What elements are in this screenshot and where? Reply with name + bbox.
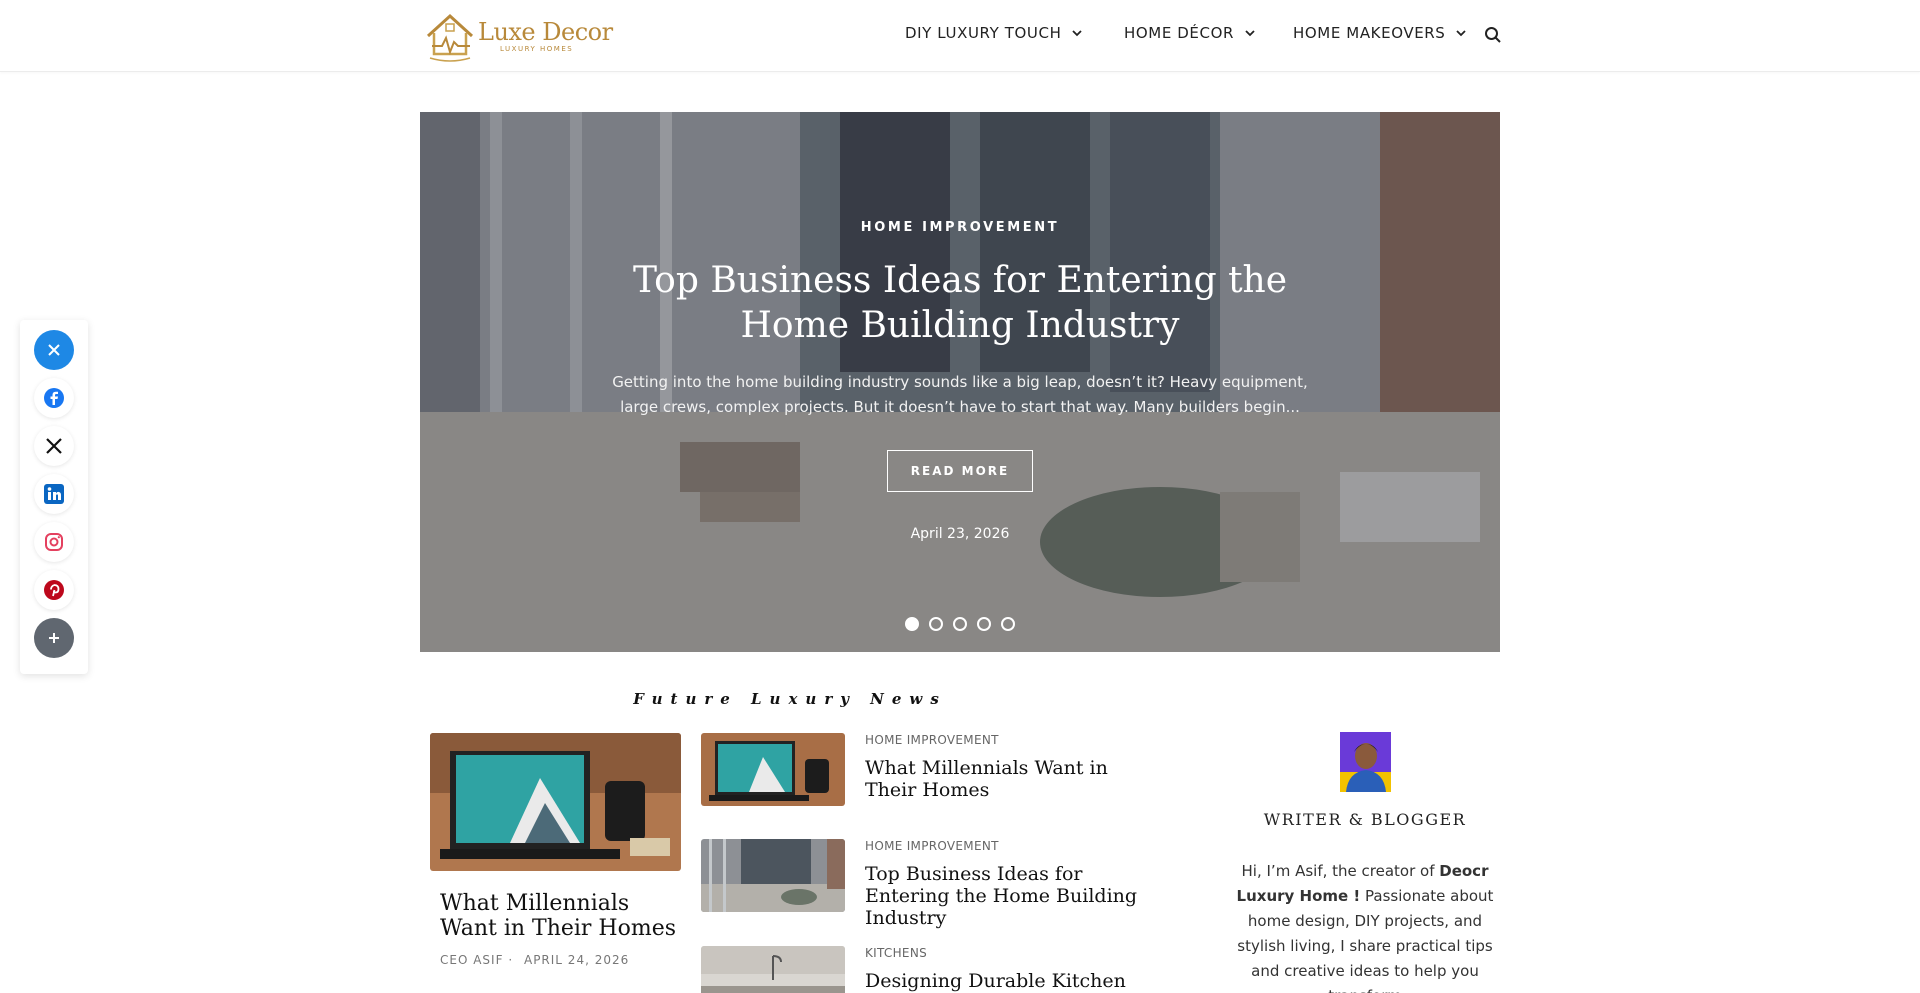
laptop-image bbox=[701, 733, 845, 806]
author-widget: WRITER & BLOGGER Hi, I’m Asif, the creat… bbox=[1220, 732, 1510, 993]
post-author[interactable]: CEO ASIF bbox=[440, 953, 504, 967]
widget-title: WRITER & BLOGGER bbox=[1263, 810, 1467, 829]
plus-icon bbox=[49, 633, 59, 643]
share-x-button[interactable] bbox=[34, 426, 74, 466]
slider-dot[interactable] bbox=[977, 617, 991, 631]
hero-category[interactable]: HOME IMPROVEMENT bbox=[420, 220, 1500, 235]
post-title[interactable]: Designing Durable Kitchen bbox=[865, 970, 1165, 992]
avatar bbox=[1339, 732, 1391, 792]
logo-title: Luxe Decor bbox=[478, 18, 613, 46]
hero-date: April 23, 2026 bbox=[910, 526, 1010, 542]
share-facebook-button[interactable] bbox=[34, 378, 74, 418]
chevron-down-icon bbox=[1072, 30, 1083, 37]
intro-text: Hi, I’m Asif, the creator of bbox=[1241, 862, 1440, 880]
post-thumbnail[interactable] bbox=[701, 733, 845, 806]
featured-post-meta: CEO ASIF · APRIL 24, 2026 bbox=[430, 953, 681, 967]
meta-separator: · bbox=[508, 953, 514, 967]
x-icon bbox=[46, 438, 62, 454]
post-category[interactable]: HOME IMPROVEMENT bbox=[865, 839, 999, 853]
house-logo-icon bbox=[426, 13, 474, 62]
share-instagram-button[interactable] bbox=[34, 522, 74, 562]
pinterest-icon bbox=[44, 580, 64, 600]
site-header: Luxe Decor LUXURY HOMES DIY LUXURY TOUCH… bbox=[0, 0, 1920, 72]
nav-diy-luxury-touch[interactable]: DIY LUXURY TOUCH bbox=[905, 24, 1083, 42]
slider-dots bbox=[905, 617, 1015, 631]
section-heading: Future Luxury News bbox=[633, 690, 947, 708]
hero-excerpt: Getting into the home building industry … bbox=[612, 373, 1308, 416]
chevron-down-icon bbox=[1245, 30, 1255, 37]
post-category[interactable]: HOME IMPROVEMENT bbox=[865, 733, 999, 747]
nav-label: HOME MAKEOVERS bbox=[1293, 24, 1446, 42]
site-logo[interactable]: Luxe Decor LUXURY HOMES bbox=[420, 6, 616, 66]
linkedin-icon bbox=[44, 484, 64, 504]
nav-label: DIY LUXURY TOUCH bbox=[905, 24, 1062, 42]
kitchen-image bbox=[701, 946, 845, 993]
post-thumbnail[interactable] bbox=[701, 839, 845, 912]
author-photo bbox=[1339, 732, 1391, 792]
construction-image bbox=[701, 839, 845, 912]
featured-post-title[interactable]: What Millennials Want in Their Homes bbox=[430, 891, 681, 941]
post-title[interactable]: What Millennials Want in Their Homes bbox=[865, 757, 1165, 801]
laptop-image bbox=[430, 733, 681, 871]
post-date: APRIL 24, 2026 bbox=[523, 953, 630, 967]
author-intro: Hi, I’m Asif, the creator of Deocr Luxur… bbox=[1220, 859, 1510, 993]
nav-home-decor[interactable]: HOME DÉCOR bbox=[1124, 24, 1256, 42]
post-category[interactable]: KITCHENS bbox=[865, 946, 927, 960]
featured-post-card[interactable]: What Millennials Want in Their Homes CEO… bbox=[430, 733, 681, 967]
hero-content: HOME IMPROVEMENT Top Business Ideas for … bbox=[420, 112, 1500, 652]
more-share-button[interactable] bbox=[34, 618, 74, 658]
slider-dot[interactable] bbox=[1001, 617, 1015, 631]
chevron-down-icon bbox=[1456, 30, 1467, 37]
slider-dot[interactable] bbox=[929, 617, 943, 631]
post-thumbnail[interactable] bbox=[701, 946, 845, 993]
share-linkedin-button[interactable] bbox=[34, 474, 74, 514]
nav-home-makeovers[interactable]: HOME MAKEOVERS bbox=[1293, 24, 1467, 42]
slider-dot[interactable] bbox=[905, 617, 919, 631]
facebook-icon bbox=[44, 388, 64, 408]
instagram-icon bbox=[45, 533, 63, 551]
featured-post-thumbnail[interactable] bbox=[430, 733, 681, 871]
nav-label: HOME DÉCOR bbox=[1124, 24, 1235, 42]
logo-tagline: LUXURY HOMES bbox=[500, 45, 574, 53]
list-item[interactable]: HOME IMPROVEMENT Top Business Ideas for … bbox=[701, 839, 1141, 929]
social-share-bar bbox=[20, 320, 88, 674]
close-share-button[interactable] bbox=[34, 330, 74, 370]
close-icon bbox=[48, 344, 60, 356]
read-more-button[interactable]: READ MORE bbox=[887, 450, 1033, 492]
search-icon[interactable] bbox=[1484, 26, 1502, 44]
share-pinterest-button[interactable] bbox=[34, 570, 74, 610]
slider-dot[interactable] bbox=[953, 617, 967, 631]
list-item[interactable]: HOME IMPROVEMENT What Millennials Want i… bbox=[701, 733, 1141, 807]
hero-title[interactable]: Top Business Ideas for Entering the Home… bbox=[580, 258, 1340, 348]
post-title[interactable]: Top Business Ideas for Entering the Home… bbox=[865, 863, 1165, 929]
list-item[interactable]: KITCHENS Designing Durable Kitchen bbox=[701, 946, 1141, 993]
hero-slider[interactable]: HOME IMPROVEMENT Top Business Ideas for … bbox=[420, 112, 1500, 652]
